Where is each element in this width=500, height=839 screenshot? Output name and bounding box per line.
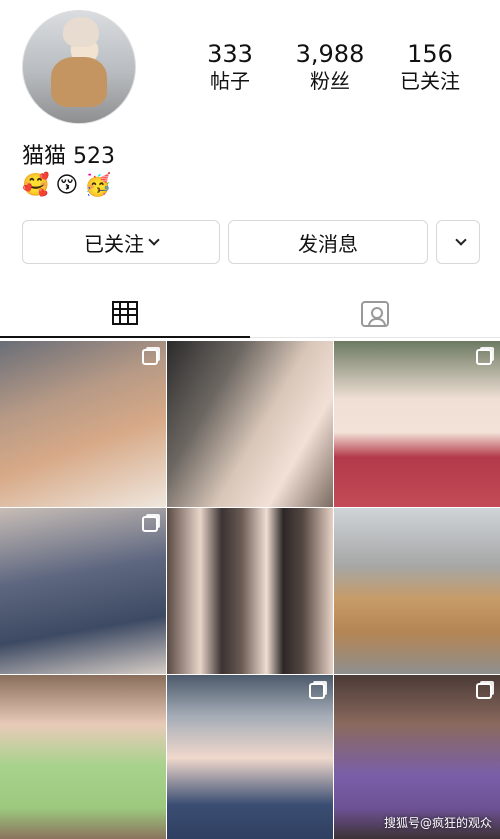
post-tile[interactable] <box>0 675 166 839</box>
post-tile[interactable] <box>167 341 333 507</box>
posts-grid: 搜狐号@疯狂的观众 <box>0 341 500 839</box>
profile-bio-emojis: 🥰 😚 🥳 <box>22 172 112 200</box>
stat-posts-label: 帖子 <box>210 69 250 93</box>
post-tile[interactable] <box>0 508 166 674</box>
post-tile[interactable] <box>167 508 333 674</box>
following-button[interactable]: 已关注 <box>22 220 220 264</box>
avatar[interactable] <box>22 10 136 124</box>
stat-following-label: 已关注 <box>400 69 460 93</box>
profile-username: 猫猫 523 <box>22 144 115 169</box>
message-button-label: 发消息 <box>298 231 358 256</box>
stat-following-value: 156 <box>407 40 453 68</box>
stat-followers-label: 粉丝 <box>310 69 350 93</box>
profile-stats: 333 帖子 3,988 粉丝 156 已关注 <box>180 40 480 100</box>
emoji-party: 🥳 <box>84 173 112 198</box>
following-button-label: 已关注 <box>84 231 144 256</box>
profile-header: 333 帖子 3,988 粉丝 156 已关注 <box>0 0 500 140</box>
multiple-photos-icon <box>142 516 158 532</box>
profile-tabs <box>0 290 500 340</box>
message-button[interactable]: 发消息 <box>228 220 428 264</box>
suggested-accounts-button[interactable] <box>436 220 480 264</box>
emoji-kissing: 😚 <box>55 173 79 198</box>
stat-following[interactable]: 156 已关注 <box>380 40 480 100</box>
stat-posts-value: 333 <box>207 40 253 68</box>
chevron-down-icon <box>455 234 467 246</box>
tab-posts-grid[interactable] <box>0 290 250 338</box>
multiple-photos-icon <box>476 683 492 699</box>
emoji-smiling-hearts: 🥰 <box>22 173 50 198</box>
stat-posts[interactable]: 333 帖子 <box>180 40 280 100</box>
post-tile[interactable] <box>167 675 333 839</box>
stat-followers-value: 3,988 <box>295 40 365 68</box>
tagged-person-icon <box>361 300 389 327</box>
grid-icon <box>112 301 138 325</box>
post-tile[interactable] <box>0 341 166 507</box>
chevron-down-icon <box>148 234 160 246</box>
stat-followers[interactable]: 3,988 粉丝 <box>280 40 380 100</box>
watermark: 搜狐号@疯狂的观众 <box>383 816 492 830</box>
tab-tagged[interactable] <box>250 290 500 338</box>
post-tile[interactable] <box>334 341 500 507</box>
post-tile[interactable] <box>334 508 500 674</box>
multiple-photos-icon <box>309 683 325 699</box>
multiple-photos-icon <box>476 349 492 365</box>
multiple-photos-icon <box>142 349 158 365</box>
